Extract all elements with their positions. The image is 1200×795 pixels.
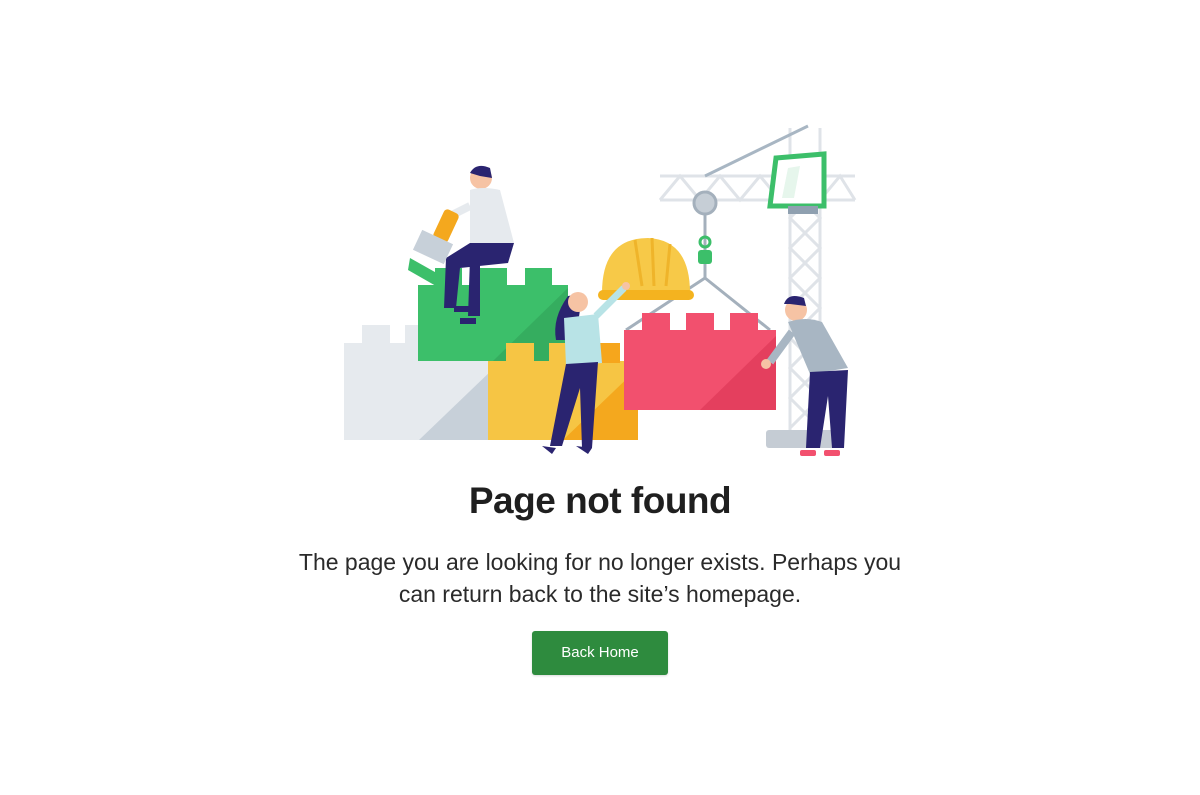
back-home-button[interactable]: Back Home bbox=[532, 631, 668, 675]
construction-blocks-illustration bbox=[344, 124, 857, 456]
pulley bbox=[692, 190, 718, 216]
error-message-line-2: can return back to the site’s homepage. bbox=[398, 581, 802, 607]
green-block bbox=[418, 268, 568, 361]
crane-base bbox=[766, 430, 842, 448]
error-message-line-1: The page you are looking for no longer e… bbox=[298, 549, 902, 575]
hardhat bbox=[598, 237, 694, 300]
error-message: The page you are looking for no longer e… bbox=[280, 546, 920, 610]
page-title: Page not found bbox=[468, 480, 732, 521]
red-block bbox=[624, 313, 776, 410]
